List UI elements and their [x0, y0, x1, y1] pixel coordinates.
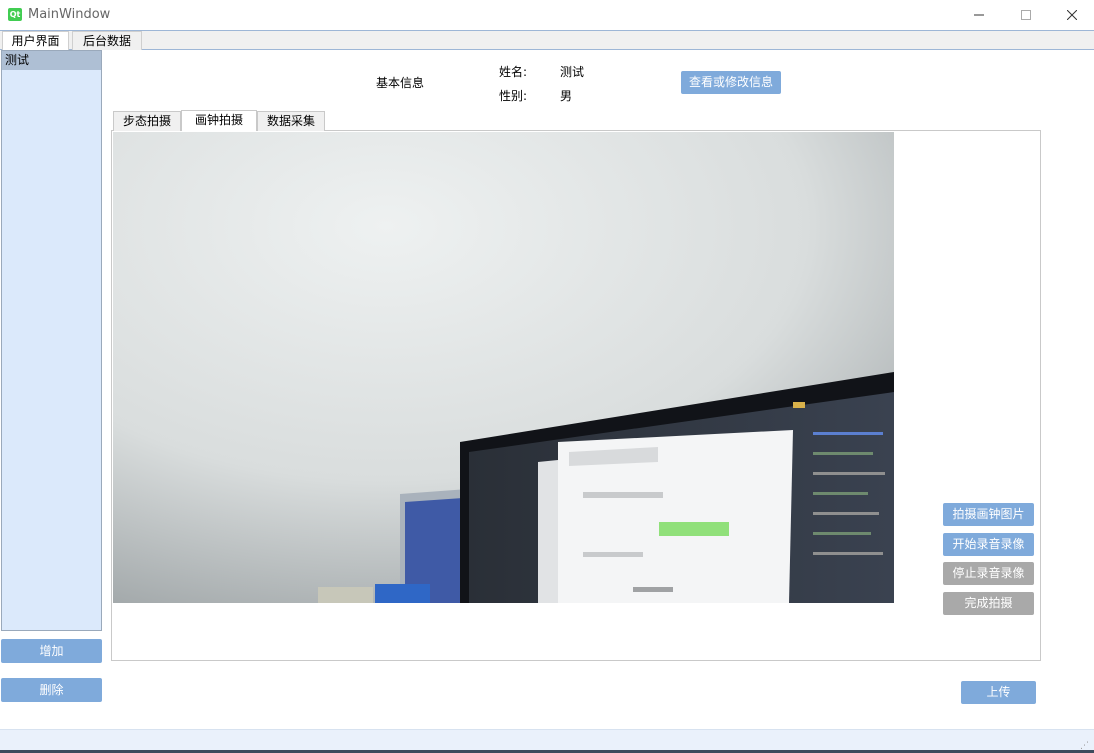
camera-preview	[113, 132, 894, 603]
window-title: MainWindow	[28, 7, 111, 22]
name-label: 姓名:	[499, 65, 528, 79]
add-button[interactable]: 增加	[1, 639, 102, 663]
close-icon	[1067, 10, 1077, 20]
start-recording-button[interactable]: 开始录音录像	[943, 533, 1034, 556]
gender-value: 男	[560, 89, 573, 103]
gender-label: 性别:	[499, 89, 528, 103]
tab-gait-capture[interactable]: 步态拍摄	[113, 111, 181, 131]
maximize-button[interactable]	[1003, 0, 1049, 30]
capture-clock-image-button[interactable]: 拍摄画钟图片	[943, 503, 1034, 526]
tab-data-collection[interactable]: 数据采集	[257, 111, 325, 131]
title-bar	[0, 0, 1094, 30]
upload-button[interactable]: 上传	[961, 681, 1036, 704]
main-tab-bar	[0, 30, 1094, 50]
tab-clock-drawing-capture[interactable]: 画钟拍摄	[181, 110, 257, 131]
view-edit-info-button[interactable]: 查看或修改信息	[681, 71, 781, 94]
name-value: 测试	[560, 65, 585, 79]
camera-frame-image	[113, 132, 894, 603]
finish-capture-button[interactable]: 完成拍摄	[943, 592, 1034, 615]
minimize-icon	[974, 14, 984, 16]
minimize-button[interactable]	[956, 0, 1002, 30]
list-item[interactable]: 测试	[2, 51, 101, 70]
maximize-icon	[1021, 10, 1031, 20]
user-list[interactable]	[1, 50, 102, 631]
tab-backend-data[interactable]: 后台数据	[72, 31, 142, 50]
tab-user-interface[interactable]: 用户界面	[2, 31, 69, 50]
qt-app-icon: Qt	[8, 8, 22, 21]
delete-button[interactable]: 删除	[1, 678, 102, 702]
basic-info-label: 基本信息	[376, 76, 425, 90]
stop-recording-button[interactable]: 停止录音录像	[943, 562, 1034, 585]
close-button[interactable]	[1049, 0, 1094, 30]
